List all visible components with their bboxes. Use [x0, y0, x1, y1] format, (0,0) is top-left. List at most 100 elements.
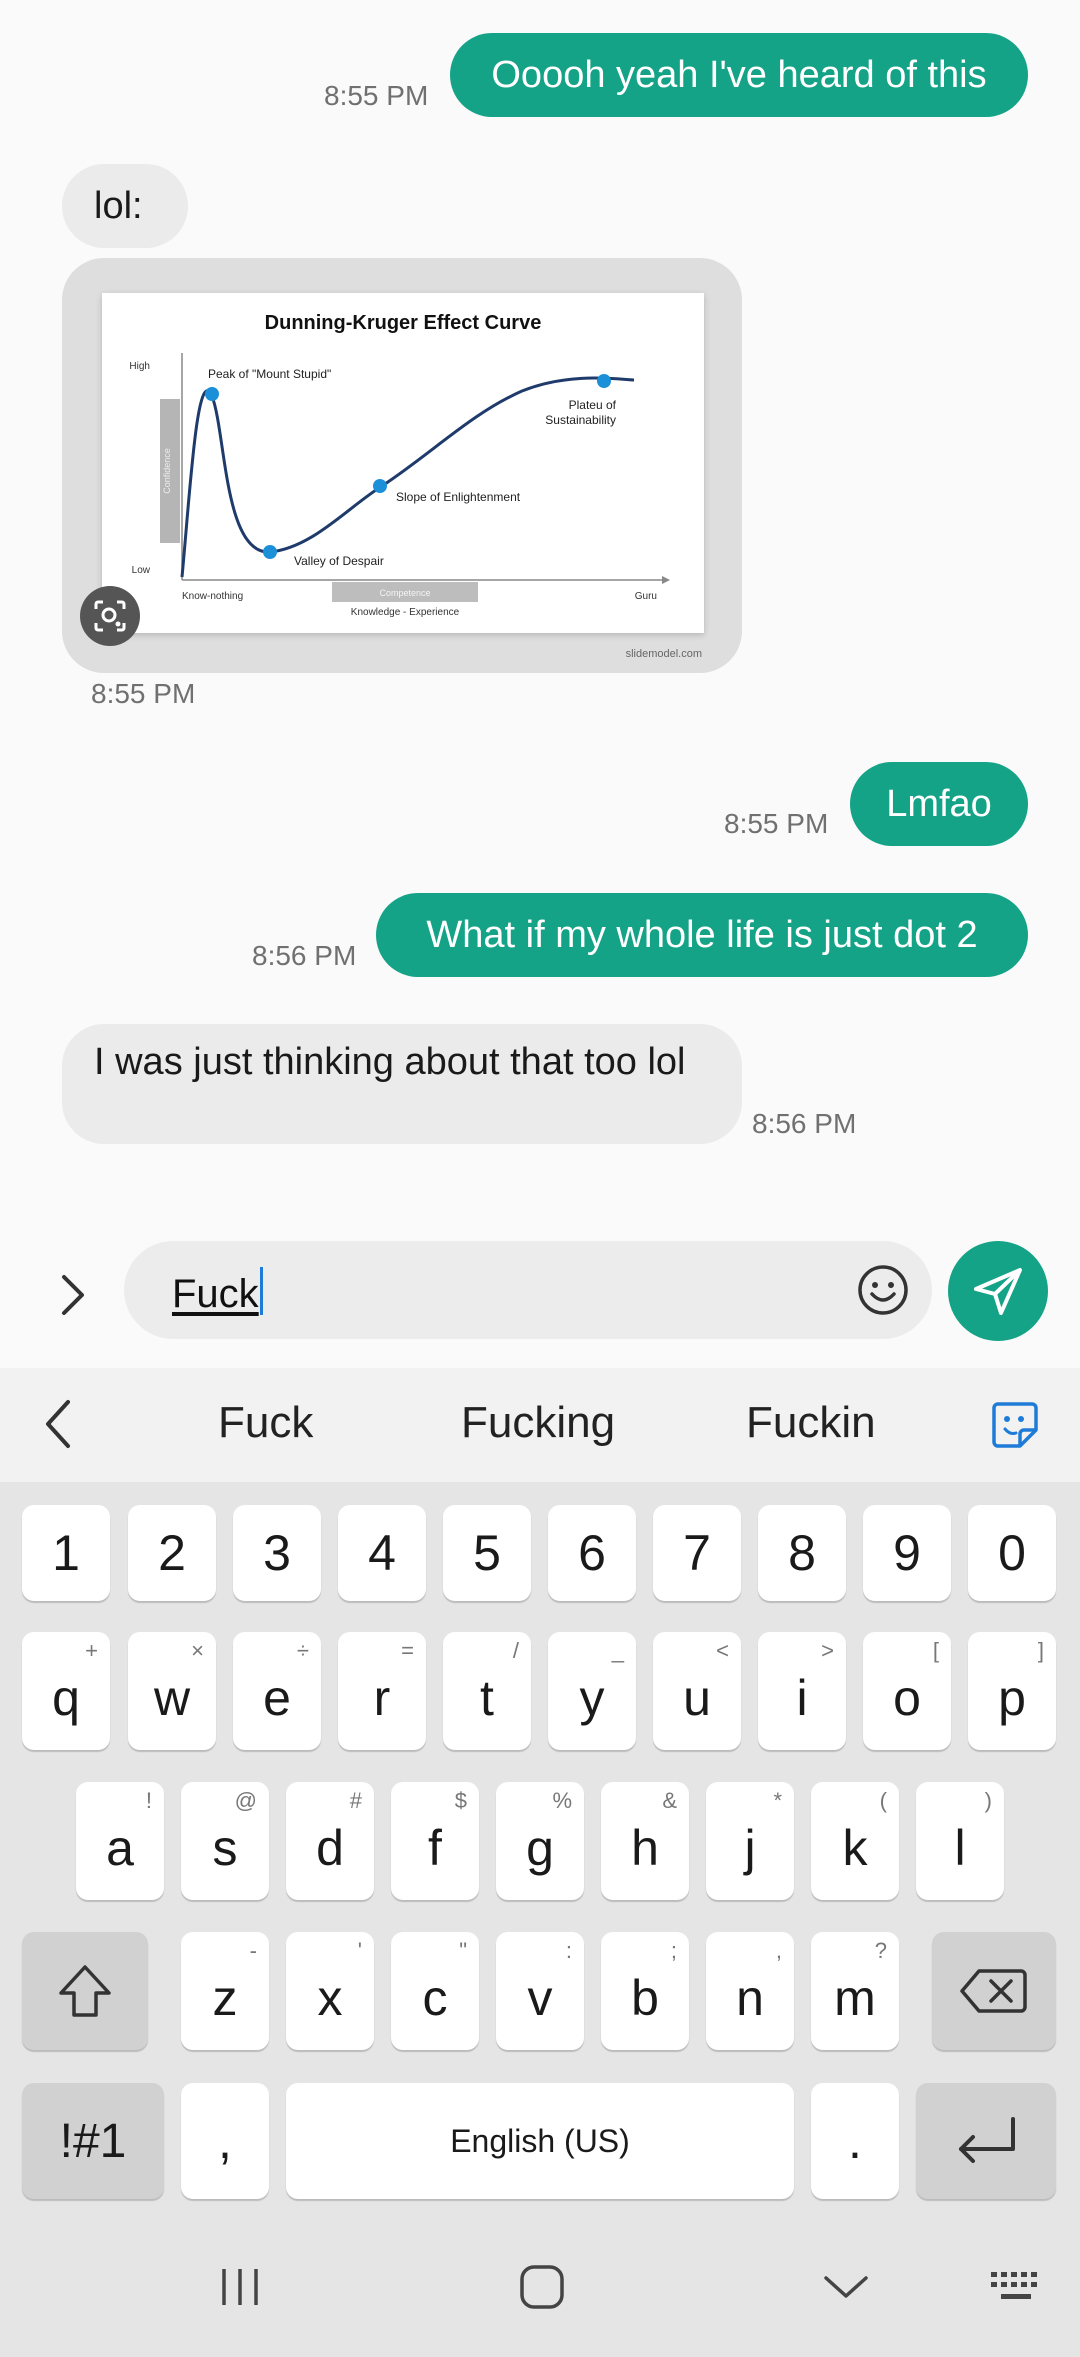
key-m[interactable]: ? m: [811, 1932, 899, 2050]
message-text: What if my whole life is just dot 2: [426, 913, 978, 956]
keyboard: 1 2 3 4 5 6 7 8 9 0 + q × w ÷ e = r / t _ y < u…: [0, 1482, 1080, 2212]
key-l[interactable]: ) l: [916, 1782, 1004, 1900]
home-button[interactable]: [512, 2257, 572, 2317]
suggestion-word[interactable]: Fucking: [461, 1398, 615, 1448]
message-list[interactable]: 8:55 PM Ooooh yeah I've heard of this lo…: [0, 0, 1080, 1220]
text-cursor: [259, 1267, 263, 1315]
y-low-label: Low: [132, 565, 151, 576]
x-right-label: Guru: [635, 591, 657, 602]
expand-options-button[interactable]: [48, 1265, 98, 1325]
key-e[interactable]: ÷ e: [233, 1632, 321, 1750]
key-k[interactable]: (k: [811, 1782, 899, 1900]
key-w[interactable]: × w: [128, 1632, 216, 1750]
emoji-button[interactable]: [856, 1263, 910, 1317]
key-a[interactable]: ! a: [76, 1782, 164, 1900]
key-1[interactable]: 1: [22, 1505, 110, 1601]
chevron-down-icon: [824, 2276, 868, 2298]
key-7[interactable]: 7: [653, 1505, 741, 1601]
outgoing-message-bubble[interactable]: Ooooh yeah I've heard of this: [450, 33, 1028, 117]
toolbar-back-button[interactable]: [40, 1396, 90, 1456]
key-v[interactable]: :v: [496, 1932, 584, 2050]
key-u[interactable]: < u: [653, 1632, 741, 1750]
backspace-icon: [960, 1969, 1027, 2013]
sticker-button[interactable]: [990, 1400, 1040, 1450]
hide-keyboard-button[interactable]: [816, 2257, 876, 2317]
key-5[interactable]: 5: [443, 1505, 531, 1601]
key-s[interactable]: @ s: [181, 1782, 269, 1900]
key-c[interactable]: " c: [391, 1932, 479, 2050]
suggestion-word[interactable]: Fuckin: [746, 1398, 876, 1448]
key-period[interactable]: .: [811, 2083, 899, 2199]
key-g[interactable]: % g: [496, 1782, 584, 1900]
key-p[interactable]: ] p: [968, 1632, 1056, 1750]
key-n[interactable]: ,n: [706, 1932, 794, 2050]
key-2[interactable]: 2: [128, 1505, 216, 1601]
key-q[interactable]: + q: [22, 1632, 110, 1750]
enter-icon: [959, 2117, 1015, 2163]
x-left-label: Know-nothing: [182, 591, 243, 602]
shift-key[interactable]: [22, 1932, 148, 2050]
message-input[interactable]: Fuck: [124, 1241, 932, 1339]
key-h[interactable]: & h: [601, 1782, 689, 1900]
outgoing-message-bubble[interactable]: Lmfao: [850, 762, 1028, 846]
message-text: Lmfao: [886, 782, 992, 825]
space-key[interactable]: English (US): [286, 2083, 794, 2199]
send-icon: [974, 1268, 1022, 1315]
send-button[interactable]: [948, 1241, 1048, 1341]
key-4[interactable]: 4: [338, 1505, 426, 1601]
y-high-label: High: [129, 361, 150, 372]
enter-key[interactable]: [916, 2083, 1056, 2199]
shift-icon: [59, 1965, 111, 2017]
key-x[interactable]: ' x: [286, 1932, 374, 2050]
smiley-icon: [858, 1265, 908, 1315]
message-time: 8:56 PM: [752, 1108, 857, 1139]
message-time: 8:55 PM: [91, 678, 196, 709]
suggestion-word[interactable]: Fuck: [218, 1398, 313, 1448]
message-time: 8:56 PM: [252, 940, 357, 971]
keyboard-switch-button[interactable]: [986, 2257, 1046, 2317]
key-0[interactable]: 0: [968, 1505, 1056, 1601]
key-f[interactable]: $ f: [391, 1782, 479, 1900]
valley-label: Valley of Despair: [294, 554, 384, 568]
key-i[interactable]: > i: [758, 1632, 846, 1750]
key-r[interactable]: = r: [338, 1632, 426, 1750]
key-t[interactable]: / t: [443, 1632, 531, 1750]
recents-icon: [222, 2269, 258, 2305]
image-message[interactable]: Dunning-Kruger Effect Curve Confidence H…: [62, 258, 742, 673]
key-comma[interactable]: ,: [181, 2083, 269, 2199]
outgoing-message-bubble[interactable]: What if my whole life is just dot 2: [376, 893, 1028, 977]
y-axis-label: Confidence: [162, 448, 172, 494]
dunning-kruger-image: Dunning-Kruger Effect Curve Confidence H…: [102, 293, 704, 633]
home-icon: [520, 2265, 564, 2309]
key-b[interactable]: ; b: [601, 1932, 689, 2050]
key-z[interactable]: -z: [181, 1932, 269, 2050]
recent-apps-button[interactable]: [210, 2257, 270, 2317]
x-axis-label: Knowledge - Experience: [351, 607, 460, 618]
slope-label: Slope of Enlightenment: [396, 490, 521, 504]
key-o[interactable]: [o: [863, 1632, 951, 1750]
backspace-key[interactable]: [932, 1932, 1056, 2050]
message-input-value: Fuck: [172, 1272, 259, 1316]
lens-icon: [94, 600, 126, 632]
message-text: I was just thinking about that too lol: [94, 1041, 686, 1083]
incoming-message-bubble[interactable]: I was just thinking about that too lol: [62, 1024, 742, 1144]
chevron-right-icon: [62, 1275, 84, 1315]
key-9[interactable]: 9: [863, 1505, 951, 1601]
x-band-label: Competence: [379, 588, 430, 598]
key-3[interactable]: 3: [233, 1505, 321, 1601]
key-8[interactable]: 8: [758, 1505, 846, 1601]
plateau-label-2: Sustainability: [545, 413, 616, 427]
navigation-bar: [0, 2212, 1080, 2357]
key-y[interactable]: _ y: [548, 1632, 636, 1750]
key-d[interactable]: # d: [286, 1782, 374, 1900]
symbols-key[interactable]: !#1: [22, 2083, 164, 2199]
visual-search-button[interactable]: [80, 586, 140, 646]
incoming-message-bubble[interactable]: lol:: [62, 164, 188, 248]
image-watermark: slidemodel.com: [625, 648, 702, 660]
message-time: 8:55 PM: [324, 80, 429, 111]
key-6[interactable]: 6: [548, 1505, 636, 1601]
chevron-left-icon: [46, 1400, 70, 1448]
compose-bar: Fuck: [0, 1220, 1080, 1368]
key-j[interactable]: * j: [706, 1782, 794, 1900]
image-title: Dunning-Kruger Effect Curve: [265, 312, 542, 334]
